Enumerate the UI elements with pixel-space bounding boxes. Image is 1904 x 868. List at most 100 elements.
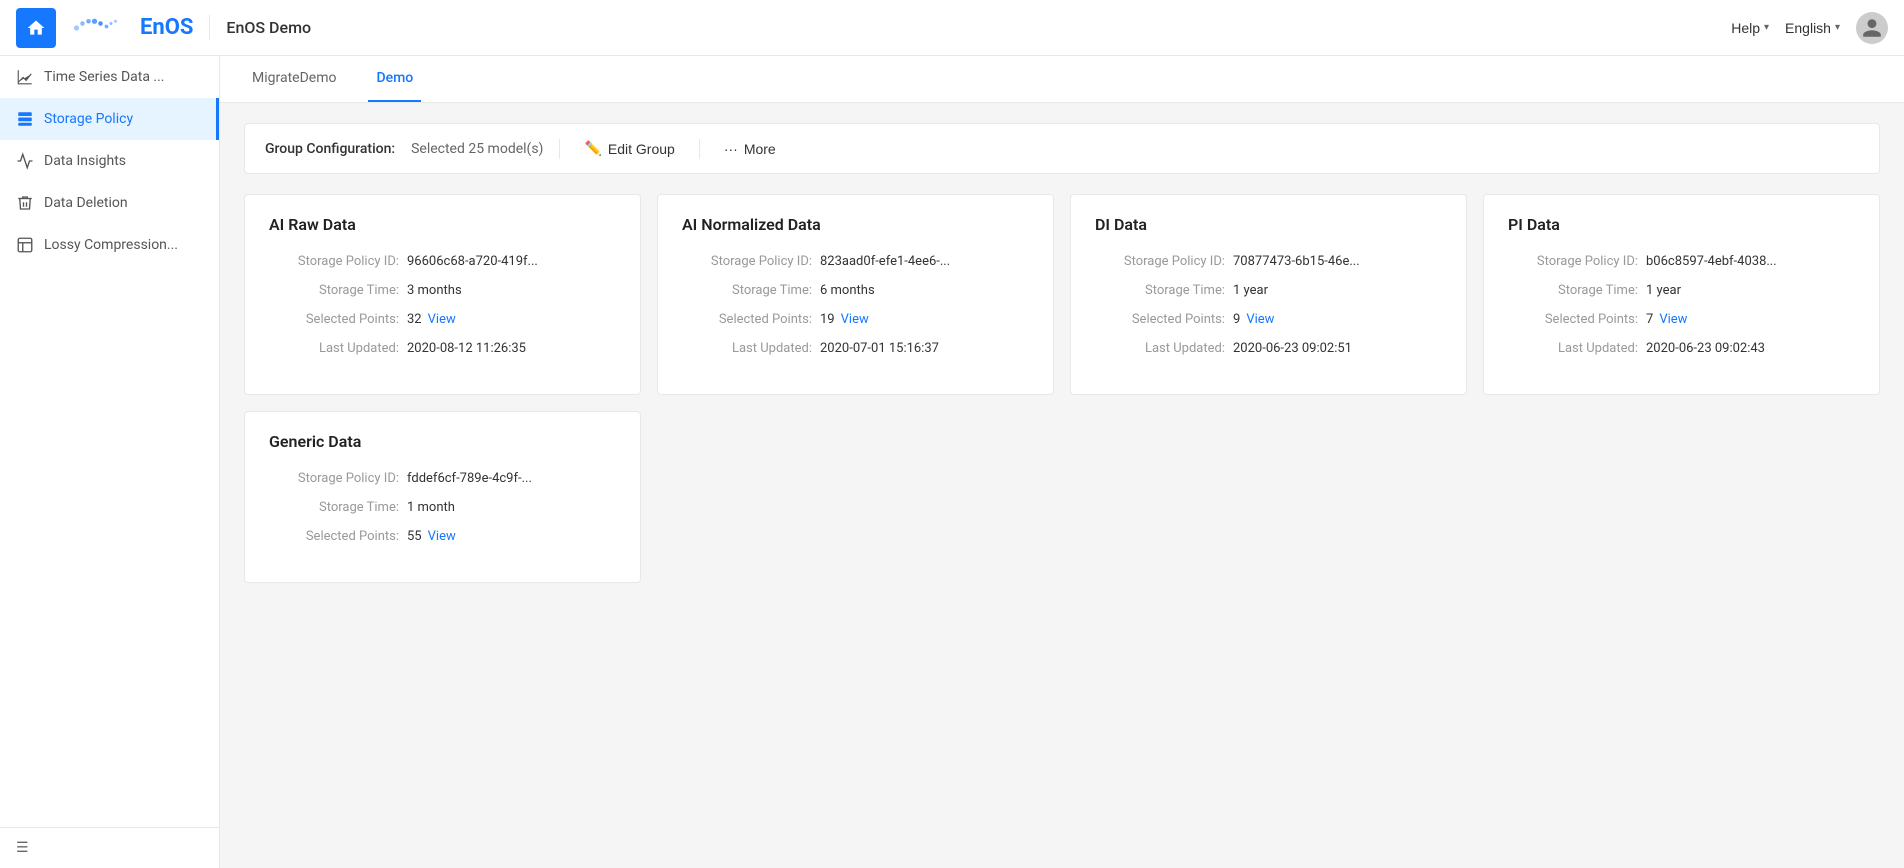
selected-points-label-generic: Selected Points: bbox=[269, 529, 399, 544]
card-title-generic: Generic Data bbox=[269, 432, 616, 451]
tabs-bar: MigrateDemo Demo bbox=[220, 56, 1904, 103]
view-link-generic[interactable]: View bbox=[428, 529, 456, 544]
storage-time-label-2: Storage Time: bbox=[1095, 283, 1225, 298]
card-policy-id-row-3: Storage Policy ID: b06c8597-4ebf-4038... bbox=[1508, 254, 1855, 269]
card-last-updated-row-0: Last Updated: 2020-08-12 11:26:35 bbox=[269, 341, 616, 356]
selected-points-value-2: 9 bbox=[1233, 312, 1240, 327]
tab-migrate-demo[interactable]: MigrateDemo bbox=[244, 56, 344, 102]
last-updated-label-0: Last Updated: bbox=[269, 341, 399, 356]
home-button[interactable] bbox=[16, 8, 56, 48]
policy-id-value-0: 96606c68-a720-419f... bbox=[407, 254, 538, 269]
card-storage-time-row-1: Storage Time: 6 months bbox=[682, 283, 1029, 298]
storage-time-value-3: 1 year bbox=[1646, 283, 1681, 298]
card-title-1: AI Normalized Data bbox=[682, 215, 1029, 234]
card-selected-points-row-2: Selected Points: 9 View bbox=[1095, 312, 1442, 327]
storage-time-label-3: Storage Time: bbox=[1508, 283, 1638, 298]
last-updated-label-1: Last Updated: bbox=[682, 341, 812, 356]
storage-time-value-0: 3 months bbox=[407, 283, 462, 298]
sidebar-item-data-deletion[interactable]: Data Deletion bbox=[0, 182, 219, 224]
help-label: Help bbox=[1731, 20, 1760, 36]
view-link-0[interactable]: View bbox=[428, 312, 456, 327]
sidebar-label-lossy-compression: Lossy Compression... bbox=[44, 237, 178, 253]
selected-points-label-2: Selected Points: bbox=[1095, 312, 1225, 327]
sidebar-item-lossy-compression[interactable]: Lossy Compression... bbox=[0, 224, 219, 266]
card-title-2: DI Data bbox=[1095, 215, 1442, 234]
storage-time-value-1: 6 months bbox=[820, 283, 875, 298]
card-policy-id-row-generic: Storage Policy ID: fddef6cf-789e-4c9f-..… bbox=[269, 471, 616, 486]
selected-points-value-generic: 55 bbox=[407, 529, 422, 544]
help-button[interactable]: Help ▾ bbox=[1731, 20, 1769, 36]
sidebar-item-storage-policy[interactable]: Storage Policy bbox=[0, 98, 219, 140]
card-selected-points-row-1: Selected Points: 19 View bbox=[682, 312, 1029, 327]
last-updated-value-1: 2020-07-01 15:16:37 bbox=[820, 341, 939, 356]
enos-logo-dots bbox=[72, 16, 132, 40]
content-inner: Group Configuration: Selected 25 model(s… bbox=[220, 103, 1904, 868]
policy-id-value-2: 70877473-6b15-46e... bbox=[1233, 254, 1360, 269]
sidebar-label-data-deletion: Data Deletion bbox=[44, 195, 128, 211]
card-policy-id-row-2: Storage Policy ID: 70877473-6b15-46e... bbox=[1095, 254, 1442, 269]
selected-points-value-0: 32 bbox=[407, 312, 422, 327]
policy-id-label-3: Storage Policy ID: bbox=[1508, 254, 1638, 269]
selected-points-value-3: 7 bbox=[1646, 312, 1653, 327]
card-storage-time-row-3: Storage Time: 1 year bbox=[1508, 283, 1855, 298]
help-chevron-icon: ▾ bbox=[1764, 22, 1769, 33]
config-divider bbox=[559, 139, 560, 159]
policy-id-label-generic: Storage Policy ID: bbox=[269, 471, 399, 486]
card-generic-data: Generic Data Storage Policy ID: fddef6cf… bbox=[244, 411, 641, 583]
selected-points-label-1: Selected Points: bbox=[682, 312, 812, 327]
logo-text: EnOS bbox=[140, 15, 193, 40]
view-link-2[interactable]: View bbox=[1246, 312, 1274, 327]
config-divider-2 bbox=[699, 139, 700, 159]
more-dots-icon: ··· bbox=[724, 141, 738, 157]
card-selected-points-row-0: Selected Points: 32 View bbox=[269, 312, 616, 327]
last-updated-value-0: 2020-08-12 11:26:35 bbox=[407, 341, 526, 356]
policy-id-value-1: 823aad0f-efe1-4ee6-... bbox=[820, 254, 950, 269]
sidebar: Time Series Data ... Storage Policy Data… bbox=[0, 56, 220, 868]
card-storage-time-row-2: Storage Time: 1 year bbox=[1095, 283, 1442, 298]
card-last-updated-row-3: Last Updated: 2020-06-23 09:02:43 bbox=[1508, 341, 1855, 356]
data-deletion-icon bbox=[16, 194, 34, 212]
selected-points-label-3: Selected Points: bbox=[1508, 312, 1638, 327]
user-avatar[interactable] bbox=[1856, 12, 1888, 44]
view-link-1[interactable]: View bbox=[841, 312, 869, 327]
logo-area: EnOS bbox=[72, 15, 210, 40]
main-layout: Time Series Data ... Storage Policy Data… bbox=[0, 56, 1904, 868]
edit-group-button[interactable]: ✏️ Edit Group bbox=[576, 136, 682, 161]
selected-points-label-0: Selected Points: bbox=[269, 312, 399, 327]
card-selected-points-row-generic: Selected Points: 55 View bbox=[269, 529, 616, 544]
tab-demo[interactable]: Demo bbox=[368, 56, 421, 102]
header-right: Help ▾ English ▾ bbox=[1731, 12, 1888, 44]
language-chevron-icon: ▾ bbox=[1835, 22, 1840, 33]
card-ai-raw-data: AI Raw Data Storage Policy ID: 96606c68-… bbox=[244, 194, 641, 395]
card-policy-id-row-0: Storage Policy ID: 96606c68-a720-419f... bbox=[269, 254, 616, 269]
lossy-compression-icon bbox=[16, 236, 34, 254]
card-selected-points-row-3: Selected Points: 7 View bbox=[1508, 312, 1855, 327]
card-last-updated-row-1: Last Updated: 2020-07-01 15:16:37 bbox=[682, 341, 1029, 356]
language-label: English bbox=[1785, 20, 1831, 36]
more-button[interactable]: ··· More bbox=[716, 137, 784, 161]
menu-icon[interactable]: ☰ bbox=[16, 840, 29, 856]
card-ai-normalized-data: AI Normalized Data Storage Policy ID: 82… bbox=[657, 194, 1054, 395]
last-updated-label-2: Last Updated: bbox=[1095, 341, 1225, 356]
sidebar-label-storage-policy: Storage Policy bbox=[44, 111, 133, 127]
selected-points-value-1: 19 bbox=[820, 312, 835, 327]
card-storage-time-row-generic: Storage Time: 1 month bbox=[269, 500, 616, 515]
data-insights-icon bbox=[16, 152, 34, 170]
group-config-label: Group Configuration: bbox=[265, 141, 395, 157]
storage-time-label-1: Storage Time: bbox=[682, 283, 812, 298]
edit-icon: ✏️ bbox=[584, 140, 601, 157]
policy-id-label-1: Storage Policy ID: bbox=[682, 254, 812, 269]
policy-id-label-2: Storage Policy ID: bbox=[1095, 254, 1225, 269]
view-link-3[interactable]: View bbox=[1659, 312, 1687, 327]
last-updated-value-2: 2020-06-23 09:02:51 bbox=[1233, 341, 1352, 356]
policy-id-value-3: b06c8597-4ebf-4038... bbox=[1646, 254, 1777, 269]
last-updated-value-3: 2020-06-23 09:02:43 bbox=[1646, 341, 1765, 356]
policy-id-label-0: Storage Policy ID: bbox=[269, 254, 399, 269]
sidebar-footer: ☰ bbox=[0, 827, 219, 868]
language-button[interactable]: English ▾ bbox=[1785, 20, 1840, 36]
sidebar-item-time-series[interactable]: Time Series Data ... bbox=[0, 56, 219, 98]
main-content: MigrateDemo Demo Group Configuration: Se… bbox=[220, 56, 1904, 868]
storage-time-value-generic: 1 month bbox=[407, 500, 455, 515]
sidebar-label-time-series: Time Series Data ... bbox=[44, 69, 164, 85]
sidebar-item-data-insights[interactable]: Data Insights bbox=[0, 140, 219, 182]
